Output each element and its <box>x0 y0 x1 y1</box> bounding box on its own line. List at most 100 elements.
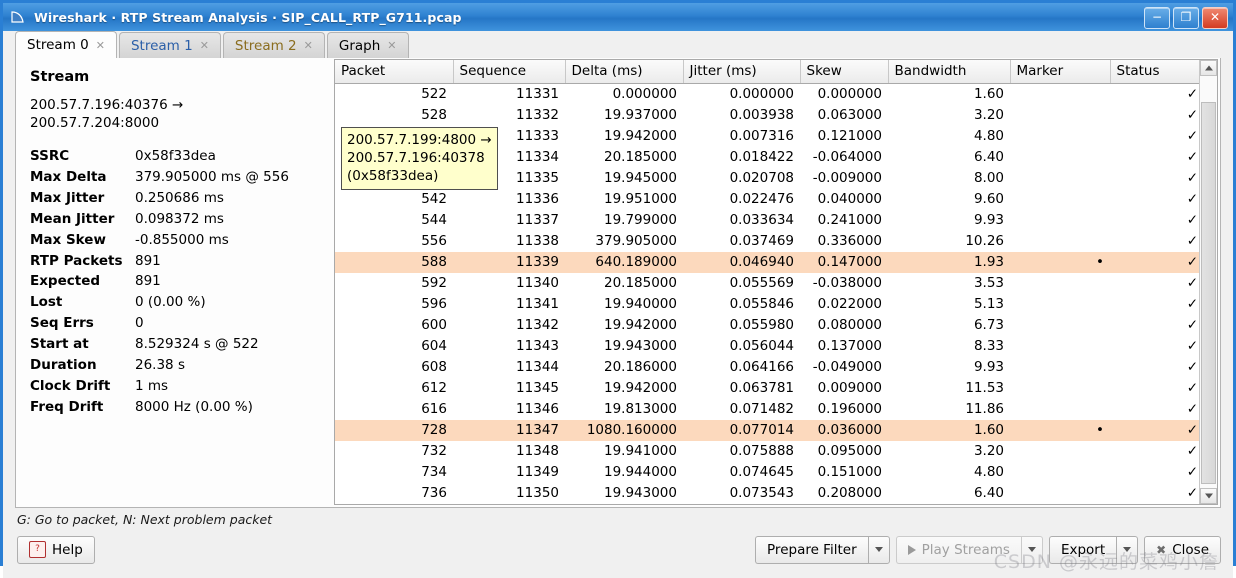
scrollbar-track[interactable] <box>1200 76 1217 488</box>
column-header-bandwidth[interactable]: Bandwidth <box>888 60 1010 84</box>
cell-packet: 542 <box>335 189 453 210</box>
table-row[interactable]: 5961134119.9400000.0558460.0220005.13✓ <box>335 294 1199 315</box>
column-header-status[interactable]: Status <box>1110 60 1199 84</box>
stat-value: 8.529324 s @ 522 <box>135 334 259 355</box>
tab-stream-1[interactable]: Stream 1✕ <box>119 32 221 58</box>
cell-packet: 588 <box>335 252 453 273</box>
table-row[interactable]: 728113471080.1600000.0770140.0360001.60•… <box>335 420 1199 441</box>
cell-status: ✓ <box>1110 336 1199 357</box>
cell-sequence: 11339 <box>453 252 565 273</box>
cell-sequence: 11337 <box>453 210 565 231</box>
table-row[interactable]: 7321134819.9410000.0758880.0950003.20✓ <box>335 441 1199 462</box>
column-header-delta[interactable]: Delta (ms) <box>565 60 683 84</box>
scrollbar-thumb[interactable] <box>1201 102 1216 484</box>
cell-bandwidth: 3.53 <box>888 273 1010 294</box>
column-header-marker[interactable]: Marker <box>1010 60 1110 84</box>
tooltip-line-2: 200.57.7.196:40378 <box>347 149 492 167</box>
table-row[interactable]: 5421133619.9510000.0224760.0400009.60✓ <box>335 189 1199 210</box>
cell-jitter: 0.018422 <box>683 147 800 168</box>
chevron-down-icon <box>1205 493 1213 498</box>
cell-marker <box>1010 210 1110 231</box>
cell-packet: 528 <box>335 105 453 126</box>
close-icon: ✕ <box>1203 8 1227 28</box>
prepare-filter-button[interactable]: Prepare Filter <box>755 536 868 564</box>
close-dialog-button[interactable]: ✖ Close <box>1144 536 1221 564</box>
play-streams-button[interactable]: Play Streams <box>896 536 1021 564</box>
cell-packet: 728 <box>335 420 453 441</box>
table-row[interactable]: 6001134219.9420000.0559800.0800006.73✓ <box>335 315 1199 336</box>
stat-value: 891 <box>135 271 161 292</box>
tab-graph[interactable]: Graph✕ <box>327 32 409 58</box>
cell-bandwidth: 11.53 <box>888 378 1010 399</box>
scroll-down-button[interactable] <box>1200 488 1217 504</box>
cell-marker <box>1010 189 1110 210</box>
table-row[interactable]: 5441133719.7990000.0336340.2410009.93✓ <box>335 210 1199 231</box>
table-row[interactable]: 6041134319.9430000.0560440.1370008.33✓ <box>335 336 1199 357</box>
tab-close-icon[interactable]: ✕ <box>387 40 396 51</box>
play-icon <box>908 545 916 555</box>
minimize-button[interactable]: − <box>1144 7 1170 29</box>
tab-close-icon[interactable]: ✕ <box>200 40 209 51</box>
tab-stream-2[interactable]: Stream 2✕ <box>223 32 325 58</box>
stat-key: Max Delta <box>30 167 135 188</box>
cell-jitter: 0.046940 <box>683 252 800 273</box>
table-row[interactable]: 522113310.0000000.0000000.0000001.60✓ <box>335 84 1199 105</box>
column-header-jitter[interactable]: Jitter (ms) <box>683 60 800 84</box>
export-button[interactable]: Export <box>1049 536 1116 564</box>
table-row[interactable]: 5921134020.1850000.055569-0.0380003.53✓ <box>335 273 1199 294</box>
analysis-content: Stream 200.57.7.196:40376 → 200.57.7.204… <box>15 57 1221 508</box>
close-window-button[interactable]: ✕ <box>1202 7 1228 29</box>
table-row[interactable]: 6121134519.9420000.0637810.00900011.53✓ <box>335 378 1199 399</box>
stat-value: 0x58f33dea <box>135 146 216 167</box>
cell-sequence: 11340 <box>453 273 565 294</box>
export-group: Export <box>1049 536 1138 564</box>
play-streams-dropdown-button[interactable] <box>1021 536 1043 564</box>
cell-jitter: 0.055980 <box>683 315 800 336</box>
cell-status: ✓ <box>1110 168 1199 189</box>
cell-delta: 19.942000 <box>565 315 683 336</box>
table-row[interactable]: 7361135019.9430000.0735430.2080006.40✓ <box>335 483 1199 504</box>
column-header-skew[interactable]: Skew <box>800 60 888 84</box>
table-row[interactable]: 6081134420.1860000.064166-0.0490009.93✓ <box>335 357 1199 378</box>
minimize-icon: − <box>1145 8 1169 28</box>
table-row[interactable]: 58811339640.1890000.0469400.1470001.93•✓ <box>335 252 1199 273</box>
stat-row: Clock Drift1 ms <box>30 376 334 397</box>
cell-skew: 0.241000 <box>800 210 888 231</box>
table-row[interactable]: 5281133219.9370000.0039380.0630003.20✓ <box>335 105 1199 126</box>
cell-marker <box>1010 378 1110 399</box>
stream-statistics-list: SSRC0x58f33deaMax Delta379.905000 ms @ 5… <box>30 146 334 418</box>
cell-marker <box>1010 357 1110 378</box>
cell-status: ✓ <box>1110 483 1199 504</box>
column-header-sequence[interactable]: Sequence <box>453 60 565 84</box>
cell-delta: 20.185000 <box>565 273 683 294</box>
stat-key: Freq Drift <box>30 397 135 418</box>
stat-value: 0 (0.00 %) <box>135 292 206 313</box>
tab-close-icon[interactable]: ✕ <box>304 40 313 51</box>
cell-bandwidth: 8.33 <box>888 336 1010 357</box>
maximize-button[interactable]: ❐ <box>1173 7 1199 29</box>
stat-key: Max Skew <box>30 230 135 251</box>
scroll-up-button[interactable] <box>1200 60 1217 76</box>
prepare-filter-dropdown-button[interactable] <box>868 536 890 564</box>
tab-close-icon[interactable]: ✕ <box>96 40 105 51</box>
packet-table-scrollbar[interactable] <box>1199 60 1217 504</box>
cell-skew: 0.095000 <box>800 441 888 462</box>
cell-status: ✓ <box>1110 294 1199 315</box>
cell-status: ✓ <box>1110 357 1199 378</box>
stat-key: Max Jitter <box>30 188 135 209</box>
help-button[interactable]: ? Help <box>17 536 95 564</box>
table-row[interactable]: 7341134919.9440000.0746450.1510004.80✓ <box>335 462 1199 483</box>
cell-bandwidth: 9.93 <box>888 357 1010 378</box>
cell-status: ✓ <box>1110 189 1199 210</box>
tab-stream-0[interactable]: Stream 0✕ <box>15 31 117 58</box>
cell-bandwidth: 3.20 <box>888 105 1010 126</box>
column-header-packet[interactable]: Packet <box>335 60 453 84</box>
table-row[interactable]: 6161134619.8130000.0714820.19600011.86✓ <box>335 399 1199 420</box>
cell-skew: 0.063000 <box>800 105 888 126</box>
table-row[interactable]: 55611338379.9050000.0374690.33600010.26✓ <box>335 231 1199 252</box>
export-label: Export <box>1061 542 1105 558</box>
cell-jitter: 0.055846 <box>683 294 800 315</box>
stat-key: Seq Errs <box>30 313 135 334</box>
stat-value: 0.098372 ms <box>135 209 224 230</box>
export-dropdown-button[interactable] <box>1116 536 1138 564</box>
